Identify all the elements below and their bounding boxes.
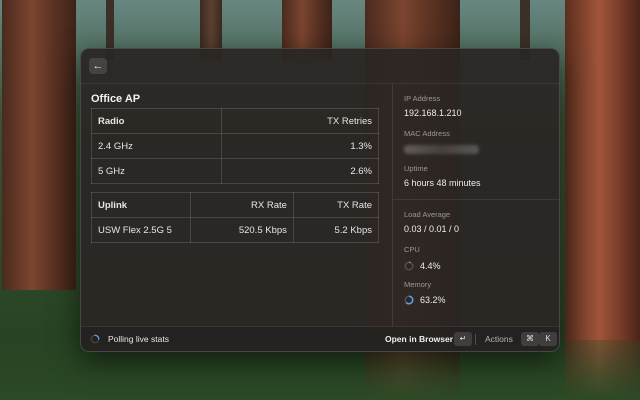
loading-spinner-icon (90, 334, 100, 344)
uptime-label: Uptime (404, 164, 428, 173)
column-header-uplink: Uplink (91, 192, 191, 218)
status-text: Polling live stats (108, 334, 169, 344)
uplink-device-cell: USW Flex 2.5G 5 (91, 217, 191, 243)
tree-trunk (2, 0, 76, 290)
cpu-value: 4.4% (420, 261, 441, 271)
tx-retries-cell: 2.6% (220, 158, 380, 184)
back-button[interactable]: ← (89, 58, 107, 74)
actions-button[interactable]: Actions (485, 334, 513, 344)
ip-address-value: 192.168.1.210 (404, 108, 462, 118)
open-in-browser-button[interactable]: Open in Browser (385, 334, 453, 344)
radio-table: Radio TX Retries 2.4 GHz 1.3% 5 GHz 2.6% (91, 108, 380, 184)
radio-band-cell: 2.4 GHz (91, 133, 222, 159)
device-detail-window: ← Office AP Radio TX Retries 2.4 GHz 1.3… (80, 48, 560, 352)
memory-label: Memory (404, 280, 432, 289)
column-header-tx-rate: TX Rate (292, 192, 380, 218)
ip-address-label: IP Address (404, 94, 441, 103)
cpu-label: CPU (404, 245, 420, 254)
sidebar-divider (393, 199, 559, 200)
memory-gauge-icon (404, 295, 414, 305)
action-bar: Polling live stats Open in Browser ↵ Act… (81, 326, 559, 351)
rx-rate-cell: 520.5 Kbps (190, 217, 294, 243)
column-header-tx-retries: TX Retries (220, 108, 380, 134)
mac-address-redacted (404, 145, 479, 154)
mac-address-label: MAC Address (404, 129, 450, 138)
table-row: 5 GHz 2.6% (91, 158, 380, 184)
table-row: 2.4 GHz 1.3% (91, 133, 380, 159)
tx-rate-cell: 5.2 Kbps (292, 217, 380, 243)
memory-value: 63.2% (420, 295, 446, 305)
radio-band-cell: 5 GHz (91, 158, 222, 184)
command-key-icon: ⌘ (521, 332, 539, 346)
table-header-row: Radio TX Retries (91, 108, 380, 134)
k-key-icon: K (539, 332, 557, 346)
cpu-gauge-icon (404, 261, 414, 271)
metadata-sidebar: IP Address 192.168.1.210 MAC Address Upt… (392, 84, 559, 327)
device-main-panel: Office AP Radio TX Retries 2.4 GHz 1.3% … (81, 84, 391, 327)
table-header-row: Uplink RX Rate TX Rate (91, 192, 380, 218)
column-header-rx-rate: RX Rate (190, 192, 294, 218)
arrow-left-icon: ← (92, 60, 104, 72)
load-average-value: 0.03 / 0.01 / 0 (404, 224, 460, 234)
page-title: Office AP (91, 93, 141, 105)
uplink-table: Uplink RX Rate TX Rate USW Flex 2.5G 5 5… (91, 192, 380, 243)
window-topbar: ← (81, 49, 559, 84)
table-row: USW Flex 2.5G 5 520.5 Kbps 5.2 Kbps (91, 217, 380, 243)
return-key-icon: ↵ (454, 332, 472, 346)
divider (475, 334, 476, 345)
uptime-value: 6 hours 48 minutes (404, 178, 481, 188)
load-average-label: Load Average (404, 210, 451, 219)
column-header-radio: Radio (91, 108, 222, 134)
tx-retries-cell: 1.3% (220, 133, 380, 159)
